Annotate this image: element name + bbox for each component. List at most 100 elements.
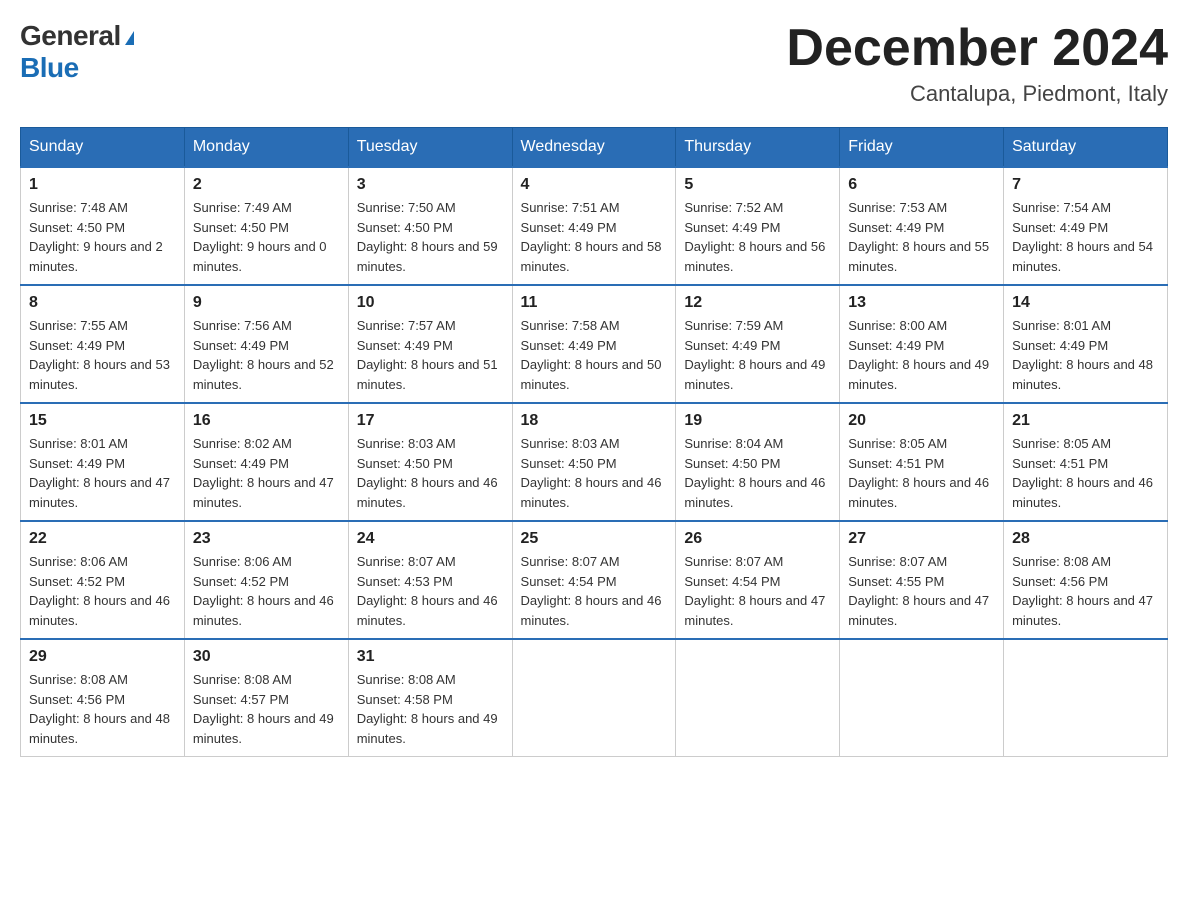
day-info: Sunrise: 8:03 AMSunset: 4:50 PMDaylight:… <box>521 436 662 510</box>
calendar-cell: 29 Sunrise: 8:08 AMSunset: 4:56 PMDaylig… <box>21 639 185 757</box>
calendar-cell: 11 Sunrise: 7:58 AMSunset: 4:49 PMDaylig… <box>512 285 676 403</box>
day-info: Sunrise: 7:48 AMSunset: 4:50 PMDaylight:… <box>29 200 163 274</box>
calendar-cell: 9 Sunrise: 7:56 AMSunset: 4:49 PMDayligh… <box>184 285 348 403</box>
logo-general-text: General <box>20 20 121 52</box>
calendar-cell: 10 Sunrise: 7:57 AMSunset: 4:49 PMDaylig… <box>348 285 512 403</box>
col-wednesday: Wednesday <box>512 128 676 168</box>
day-info: Sunrise: 7:57 AMSunset: 4:49 PMDaylight:… <box>357 318 498 392</box>
calendar-week-row: 8 Sunrise: 7:55 AMSunset: 4:49 PMDayligh… <box>21 285 1168 403</box>
day-info: Sunrise: 8:03 AMSunset: 4:50 PMDaylight:… <box>357 436 498 510</box>
calendar-cell <box>840 639 1004 757</box>
calendar-cell: 19 Sunrise: 8:04 AMSunset: 4:50 PMDaylig… <box>676 403 840 521</box>
day-number: 26 <box>684 530 831 548</box>
col-sunday: Sunday <box>21 128 185 168</box>
day-info: Sunrise: 8:07 AMSunset: 4:54 PMDaylight:… <box>521 554 662 628</box>
day-number: 31 <box>357 648 504 666</box>
day-number: 6 <box>848 176 995 194</box>
day-number: 13 <box>848 294 995 312</box>
page-header: General Blue December 2024 Cantalupa, Pi… <box>20 20 1168 107</box>
day-number: 7 <box>1012 176 1159 194</box>
day-info: Sunrise: 8:01 AMSunset: 4:49 PMDaylight:… <box>29 436 170 510</box>
calendar-cell: 21 Sunrise: 8:05 AMSunset: 4:51 PMDaylig… <box>1004 403 1168 521</box>
calendar-cell: 17 Sunrise: 8:03 AMSunset: 4:50 PMDaylig… <box>348 403 512 521</box>
calendar-cell: 13 Sunrise: 8:00 AMSunset: 4:49 PMDaylig… <box>840 285 1004 403</box>
day-number: 19 <box>684 412 831 430</box>
day-info: Sunrise: 8:05 AMSunset: 4:51 PMDaylight:… <box>1012 436 1153 510</box>
day-number: 1 <box>29 176 176 194</box>
day-info: Sunrise: 8:07 AMSunset: 4:54 PMDaylight:… <box>684 554 825 628</box>
day-number: 21 <box>1012 412 1159 430</box>
day-info: Sunrise: 8:05 AMSunset: 4:51 PMDaylight:… <box>848 436 989 510</box>
day-number: 25 <box>521 530 668 548</box>
day-number: 30 <box>193 648 340 666</box>
calendar-cell: 12 Sunrise: 7:59 AMSunset: 4:49 PMDaylig… <box>676 285 840 403</box>
logo-triangle-icon <box>125 31 134 45</box>
calendar-cell: 4 Sunrise: 7:51 AMSunset: 4:49 PMDayligh… <box>512 167 676 285</box>
day-info: Sunrise: 7:50 AMSunset: 4:50 PMDaylight:… <box>357 200 498 274</box>
day-number: 12 <box>684 294 831 312</box>
calendar-cell: 6 Sunrise: 7:53 AMSunset: 4:49 PMDayligh… <box>840 167 1004 285</box>
day-info: Sunrise: 8:08 AMSunset: 4:57 PMDaylight:… <box>193 672 334 746</box>
day-number: 17 <box>357 412 504 430</box>
title-area: December 2024 Cantalupa, Piedmont, Italy <box>786 20 1168 107</box>
day-info: Sunrise: 8:04 AMSunset: 4:50 PMDaylight:… <box>684 436 825 510</box>
day-number: 24 <box>357 530 504 548</box>
col-monday: Monday <box>184 128 348 168</box>
calendar-week-row: 1 Sunrise: 7:48 AMSunset: 4:50 PMDayligh… <box>21 167 1168 285</box>
day-number: 4 <box>521 176 668 194</box>
day-number: 27 <box>848 530 995 548</box>
day-number: 20 <box>848 412 995 430</box>
calendar-cell: 1 Sunrise: 7:48 AMSunset: 4:50 PMDayligh… <box>21 167 185 285</box>
day-info: Sunrise: 8:08 AMSunset: 4:58 PMDaylight:… <box>357 672 498 746</box>
day-info: Sunrise: 8:06 AMSunset: 4:52 PMDaylight:… <box>193 554 334 628</box>
day-number: 8 <box>29 294 176 312</box>
calendar-cell: 3 Sunrise: 7:50 AMSunset: 4:50 PMDayligh… <box>348 167 512 285</box>
day-info: Sunrise: 8:07 AMSunset: 4:53 PMDaylight:… <box>357 554 498 628</box>
logo-blue-text: Blue <box>20 52 79 83</box>
calendar-cell <box>676 639 840 757</box>
day-number: 16 <box>193 412 340 430</box>
day-info: Sunrise: 7:51 AMSunset: 4:49 PMDaylight:… <box>521 200 662 274</box>
calendar-table: Sunday Monday Tuesday Wednesday Thursday… <box>20 127 1168 757</box>
day-number: 9 <box>193 294 340 312</box>
calendar-cell: 27 Sunrise: 8:07 AMSunset: 4:55 PMDaylig… <box>840 521 1004 639</box>
calendar-cell: 24 Sunrise: 8:07 AMSunset: 4:53 PMDaylig… <box>348 521 512 639</box>
col-saturday: Saturday <box>1004 128 1168 168</box>
day-info: Sunrise: 8:07 AMSunset: 4:55 PMDaylight:… <box>848 554 989 628</box>
calendar-week-row: 22 Sunrise: 8:06 AMSunset: 4:52 PMDaylig… <box>21 521 1168 639</box>
col-friday: Friday <box>840 128 1004 168</box>
calendar-cell: 7 Sunrise: 7:54 AMSunset: 4:49 PMDayligh… <box>1004 167 1168 285</box>
day-number: 18 <box>521 412 668 430</box>
day-number: 14 <box>1012 294 1159 312</box>
calendar-cell: 14 Sunrise: 8:01 AMSunset: 4:49 PMDaylig… <box>1004 285 1168 403</box>
calendar-cell <box>1004 639 1168 757</box>
day-number: 22 <box>29 530 176 548</box>
calendar-cell: 2 Sunrise: 7:49 AMSunset: 4:50 PMDayligh… <box>184 167 348 285</box>
day-number: 29 <box>29 648 176 666</box>
day-info: Sunrise: 7:55 AMSunset: 4:49 PMDaylight:… <box>29 318 170 392</box>
calendar-cell: 22 Sunrise: 8:06 AMSunset: 4:52 PMDaylig… <box>21 521 185 639</box>
day-info: Sunrise: 7:53 AMSunset: 4:49 PMDaylight:… <box>848 200 989 274</box>
day-number: 15 <box>29 412 176 430</box>
day-number: 3 <box>357 176 504 194</box>
day-info: Sunrise: 7:59 AMSunset: 4:49 PMDaylight:… <box>684 318 825 392</box>
logo: General Blue <box>20 20 134 84</box>
day-number: 10 <box>357 294 504 312</box>
calendar-cell: 8 Sunrise: 7:55 AMSunset: 4:49 PMDayligh… <box>21 285 185 403</box>
calendar-week-row: 29 Sunrise: 8:08 AMSunset: 4:56 PMDaylig… <box>21 639 1168 757</box>
calendar-cell: 25 Sunrise: 8:07 AMSunset: 4:54 PMDaylig… <box>512 521 676 639</box>
day-info: Sunrise: 8:00 AMSunset: 4:49 PMDaylight:… <box>848 318 989 392</box>
day-info: Sunrise: 7:56 AMSunset: 4:49 PMDaylight:… <box>193 318 334 392</box>
calendar-header-row: Sunday Monday Tuesday Wednesday Thursday… <box>21 128 1168 168</box>
calendar-cell: 31 Sunrise: 8:08 AMSunset: 4:58 PMDaylig… <box>348 639 512 757</box>
calendar-cell <box>512 639 676 757</box>
calendar-cell: 30 Sunrise: 8:08 AMSunset: 4:57 PMDaylig… <box>184 639 348 757</box>
calendar-cell: 5 Sunrise: 7:52 AMSunset: 4:49 PMDayligh… <box>676 167 840 285</box>
day-number: 2 <box>193 176 340 194</box>
day-number: 28 <box>1012 530 1159 548</box>
calendar-cell: 18 Sunrise: 8:03 AMSunset: 4:50 PMDaylig… <box>512 403 676 521</box>
day-info: Sunrise: 7:54 AMSunset: 4:49 PMDaylight:… <box>1012 200 1153 274</box>
calendar-cell: 15 Sunrise: 8:01 AMSunset: 4:49 PMDaylig… <box>21 403 185 521</box>
day-number: 5 <box>684 176 831 194</box>
calendar-cell: 16 Sunrise: 8:02 AMSunset: 4:49 PMDaylig… <box>184 403 348 521</box>
